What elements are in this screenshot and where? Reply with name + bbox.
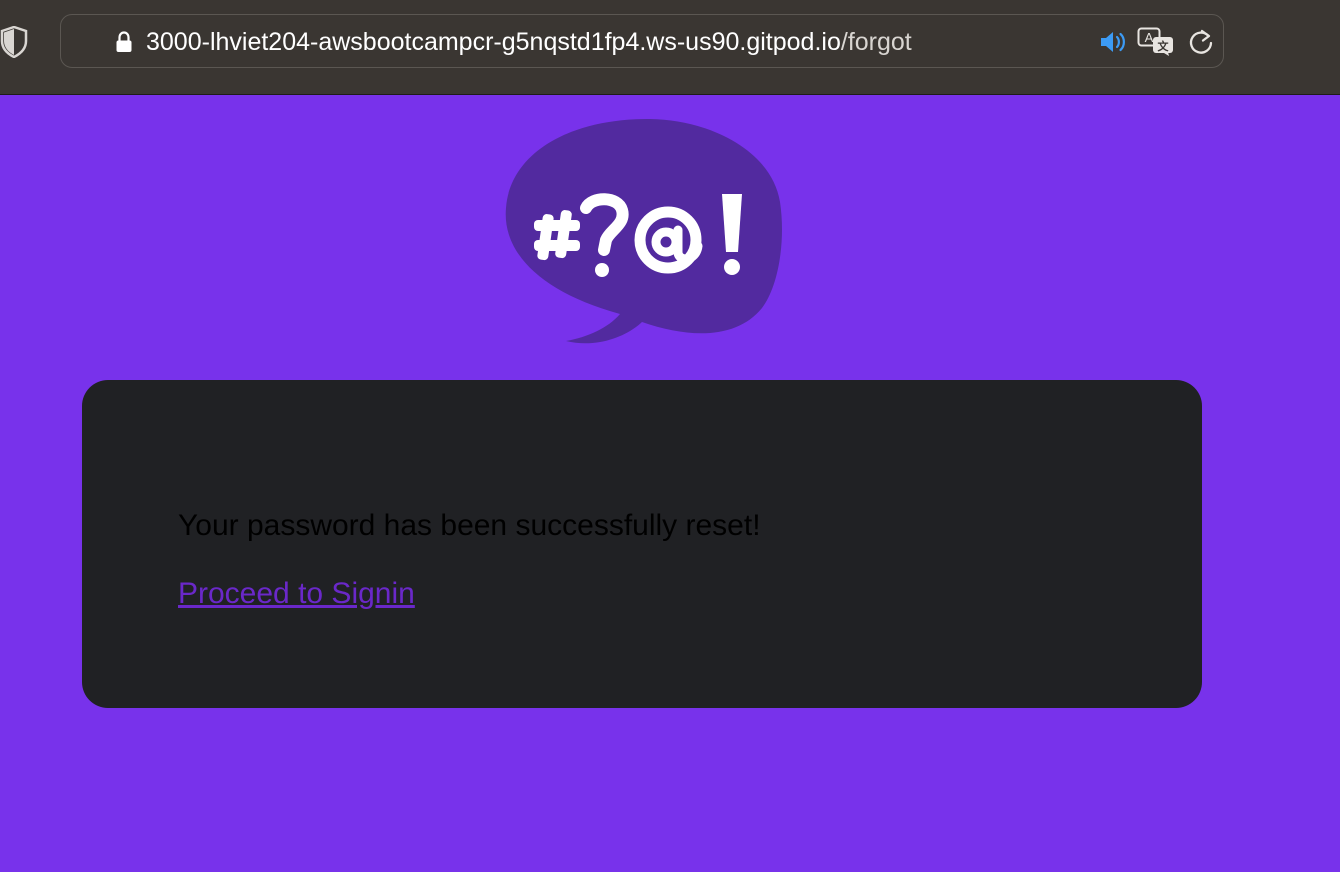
reset-success-card: Your password has been successfully rese…: [82, 380, 1202, 708]
url-text[interactable]: 3000-lhviet204-awsbootcampcr-g5nqstd1fp4…: [146, 27, 912, 57]
lock-icon: [116, 31, 132, 52]
reload-icon[interactable]: [1187, 27, 1215, 57]
success-message: Your password has been successfully rese…: [178, 509, 761, 542]
proceed-to-signin-link[interactable]: Proceed to Signin: [178, 576, 415, 612]
shield-icon[interactable]: [0, 26, 28, 58]
translate-icon[interactable]: A 文: [1137, 27, 1175, 57]
browser-toolbar: 3000-lhviet204-awsbootcampcr-g5nqstd1fp4…: [0, 0, 1340, 95]
svg-text:A: A: [1145, 30, 1154, 45]
speaker-icon[interactable]: [1098, 27, 1128, 57]
url-host: 3000-lhviet204-awsbootcampcr-g5nqstd1fp4…: [146, 28, 841, 56]
logo-speech-bubble: #?@!: [505, 118, 782, 344]
address-bar[interactable]: 3000-lhviet204-awsbootcampcr-g5nqstd1fp4…: [60, 14, 1224, 68]
url-path: /forgot: [840, 28, 912, 56]
svg-text:文: 文: [1158, 39, 1170, 53]
